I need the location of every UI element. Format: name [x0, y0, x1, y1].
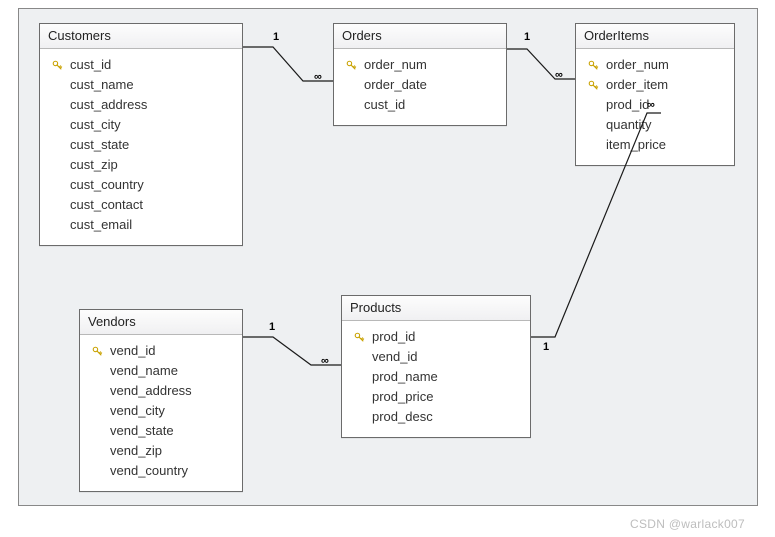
field-name: vend_name — [110, 362, 178, 380]
entity-body-orders: order_num order_date cust_id — [334, 49, 506, 125]
entity-title-orders: Orders — [334, 24, 506, 49]
field-row[interactable]: order_num — [586, 55, 724, 75]
card-1: 1 — [269, 321, 275, 333]
field-row[interactable]: prod_name — [352, 367, 520, 387]
field-row[interactable]: prod_id — [352, 327, 520, 347]
diagram-canvas: Customers cust_idcust_namecust_addresscu… — [18, 8, 758, 506]
card-infinity: ∞ — [647, 99, 655, 111]
key-icon — [52, 60, 63, 71]
key-icon — [354, 332, 365, 343]
field-row[interactable]: item_price — [586, 135, 724, 155]
field-row[interactable]: order_num — [344, 55, 496, 75]
entity-title-customers: Customers — [40, 24, 242, 49]
field-row[interactable]: cust_state — [50, 135, 232, 155]
field-row[interactable]: cust_contact — [50, 195, 232, 215]
pk-slot — [50, 60, 64, 71]
entity-title-orderitems: OrderItems — [576, 24, 734, 49]
field-name: item_price — [606, 136, 666, 154]
card-1: 1 — [543, 341, 549, 353]
field-row[interactable]: vend_id — [352, 347, 520, 367]
field-row[interactable]: cust_id — [50, 55, 232, 75]
field-name: vend_id — [110, 342, 156, 360]
entity-body-vendors: vend_id vend_name vend_address vend_cityven… — [80, 335, 242, 491]
field-name: cust_country — [70, 176, 144, 194]
field-row[interactable]: cust_zip — [50, 155, 232, 175]
field-row[interactable]: cust_address — [50, 95, 232, 115]
field-name: vend_address — [110, 382, 192, 400]
entity-body-products: prod_id vend_id prod_name prod_price prod_de… — [342, 321, 530, 437]
entity-orders[interactable]: Orders order_num order_date cust_id — [333, 23, 507, 126]
field-name: cust_id — [364, 96, 405, 114]
key-icon — [588, 60, 599, 71]
field-name: cust_email — [70, 216, 132, 234]
key-icon — [588, 80, 599, 91]
field-row[interactable]: prod_id — [586, 95, 724, 115]
field-row[interactable]: vend_city — [90, 401, 232, 421]
card-infinity: ∞ — [555, 69, 563, 81]
card-infinity: ∞ — [321, 355, 329, 367]
field-row[interactable]: cust_country — [50, 175, 232, 195]
field-name: cust_address — [70, 96, 147, 114]
field-name: vend_zip — [110, 442, 162, 460]
field-name: quantity — [606, 116, 652, 134]
field-name: prod_id — [606, 96, 649, 114]
card-1: 1 — [524, 31, 530, 43]
entity-title-vendors: Vendors — [80, 310, 242, 335]
field-row[interactable]: prod_desc — [352, 407, 520, 427]
field-row[interactable]: vend_zip — [90, 441, 232, 461]
key-icon — [346, 60, 357, 71]
field-name: vend_state — [110, 422, 174, 440]
field-name: cust_city — [70, 116, 121, 134]
field-name: cust_state — [70, 136, 129, 154]
field-name: order_num — [364, 56, 427, 74]
relationship-customers-orders — [243, 39, 333, 99]
field-row[interactable]: cust_city — [50, 115, 232, 135]
field-name: cust_id — [70, 56, 111, 74]
pk-slot — [90, 346, 104, 357]
field-row[interactable]: vend_address — [90, 381, 232, 401]
field-row[interactable]: vend_country — [90, 461, 232, 481]
entity-body-orderitems: order_num order_item prod_id quantity item_p… — [576, 49, 734, 165]
field-row[interactable]: cust_id — [344, 95, 496, 115]
field-row[interactable]: cust_name — [50, 75, 232, 95]
field-name: prod_price — [372, 388, 433, 406]
field-row[interactable]: cust_email — [50, 215, 232, 235]
field-name: order_num — [606, 56, 669, 74]
field-row[interactable]: order_date — [344, 75, 496, 95]
field-row[interactable]: vend_id — [90, 341, 232, 361]
pk-slot — [586, 60, 600, 71]
entity-vendors[interactable]: Vendors vend_idvend_namevend_addressvend… — [79, 309, 243, 492]
field-name: order_item — [606, 76, 668, 94]
watermark: CSDN @warlack007 — [630, 517, 745, 531]
field-row[interactable]: order_item — [586, 75, 724, 95]
field-name: prod_desc — [372, 408, 433, 426]
field-name: cust_contact — [70, 196, 143, 214]
field-name: vend_city — [110, 402, 165, 420]
field-row[interactable]: vend_state — [90, 421, 232, 441]
card-1: 1 — [273, 31, 279, 43]
field-row[interactable]: prod_price — [352, 387, 520, 407]
card-infinity: ∞ — [314, 71, 322, 83]
field-row[interactable]: quantity — [586, 115, 724, 135]
field-row[interactable]: vend_name — [90, 361, 232, 381]
relationship-orders-orderitems — [507, 39, 575, 99]
entity-body-customers: cust_id cust_name cust_address cust_citycus… — [40, 49, 242, 245]
field-name: prod_name — [372, 368, 438, 386]
key-icon — [92, 346, 103, 357]
field-name: vend_id — [372, 348, 418, 366]
field-name: vend_country — [110, 462, 188, 480]
field-name: prod_id — [372, 328, 415, 346]
pk-slot — [344, 60, 358, 71]
pk-slot — [352, 332, 366, 343]
field-name: cust_zip — [70, 156, 118, 174]
field-name: order_date — [364, 76, 427, 94]
entity-customers[interactable]: Customers cust_idcust_namecust_addresscu… — [39, 23, 243, 246]
entity-orderitems[interactable]: OrderItems order_num order_item prod_idqua… — [575, 23, 735, 166]
relationship-vendors-products — [243, 329, 341, 377]
entity-title-products: Products — [342, 296, 530, 321]
pk-slot — [586, 80, 600, 91]
field-name: cust_name — [70, 76, 134, 94]
entity-products[interactable]: Products prod_id vend_id prod_name prod_pri… — [341, 295, 531, 438]
